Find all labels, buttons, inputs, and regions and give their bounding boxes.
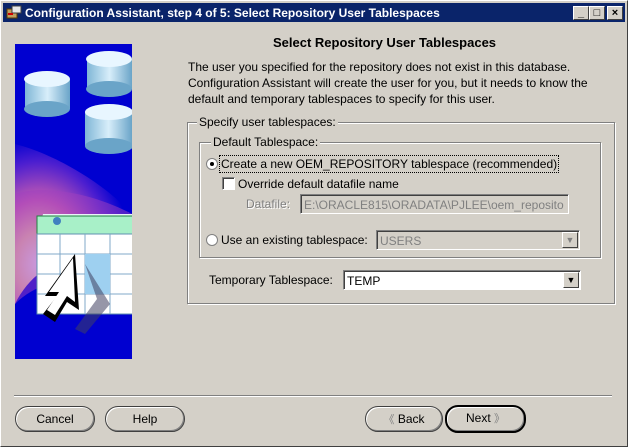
next-label: Next <box>465 411 491 425</box>
datafile-label: Datafile: <box>246 197 291 211</box>
back-label: Back <box>397 412 425 426</box>
datafile-field[interactable]: E:\ORACLE815\ORADATA\PJLEE\oem_reposito <box>300 194 569 214</box>
maximize-button[interactable]: □ <box>589 6 605 20</box>
temporary-tablespace-select[interactable]: TEMP ▼ <box>343 270 581 290</box>
next-button[interactable]: Next 》 <box>445 405 526 433</box>
minimize-button[interactable]: _ <box>573 6 589 20</box>
help-button[interactable]: Help <box>105 406 185 432</box>
existing-tablespace-select[interactable]: USERS ▼ <box>376 230 580 250</box>
override-datafile-checkbox[interactable] <box>222 177 235 190</box>
temporary-tablespace-label: Temporary Tablespace: <box>209 273 333 287</box>
window-title: Configuration Assistant, step 4 of 5: Se… <box>25 6 440 20</box>
use-existing-tablespace-label[interactable]: Use an existing tablespace: <box>221 233 368 247</box>
title-bar[interactable]: Configuration Assistant, step 4 of 5: Se… <box>3 3 625 22</box>
close-button[interactable]: × <box>607 6 623 20</box>
double-chevron-left-icon: 《 <box>383 414 395 426</box>
config-assistant-icon <box>6 5 22 20</box>
wizard-illustration <box>15 44 132 359</box>
create-new-tablespace-radio[interactable] <box>206 158 218 170</box>
intro-line: default and temporary tablespaces to spe… <box>188 92 495 106</box>
double-chevron-right-icon: 》 <box>494 413 506 425</box>
cancel-button[interactable]: Cancel <box>15 406 95 432</box>
spreadsheet-icon <box>36 214 132 315</box>
use-existing-tablespace-radio[interactable] <box>206 234 218 246</box>
wizard-window: Configuration Assistant, step 4 of 5: Se… <box>0 0 628 447</box>
temporary-tablespace-value: TEMP <box>347 274 381 288</box>
override-datafile-label[interactable]: Override default datafile name <box>238 177 399 191</box>
back-button[interactable]: 《 Back <box>365 406 443 432</box>
user-tablespaces-legend: Specify user tablespaces: <box>197 115 338 129</box>
intro-line: Configuration Assistant will create the … <box>188 76 588 90</box>
existing-tablespace-value: USERS <box>380 234 422 248</box>
chevron-down-icon[interactable]: ▼ <box>562 232 578 248</box>
intro-line: The user you specified for the repositor… <box>188 60 571 74</box>
page-title: Select Repository User Tablespaces <box>273 35 497 50</box>
intro-text: The user you specified for the repositor… <box>188 59 613 107</box>
footer-divider <box>14 395 612 397</box>
default-tablespace-legend: Default Tablespace: <box>211 135 321 149</box>
create-new-tablespace-label[interactable]: Create a new OEM_REPOSITORY tablespace (… <box>218 155 560 173</box>
chevron-down-icon[interactable]: ▼ <box>563 272 579 288</box>
